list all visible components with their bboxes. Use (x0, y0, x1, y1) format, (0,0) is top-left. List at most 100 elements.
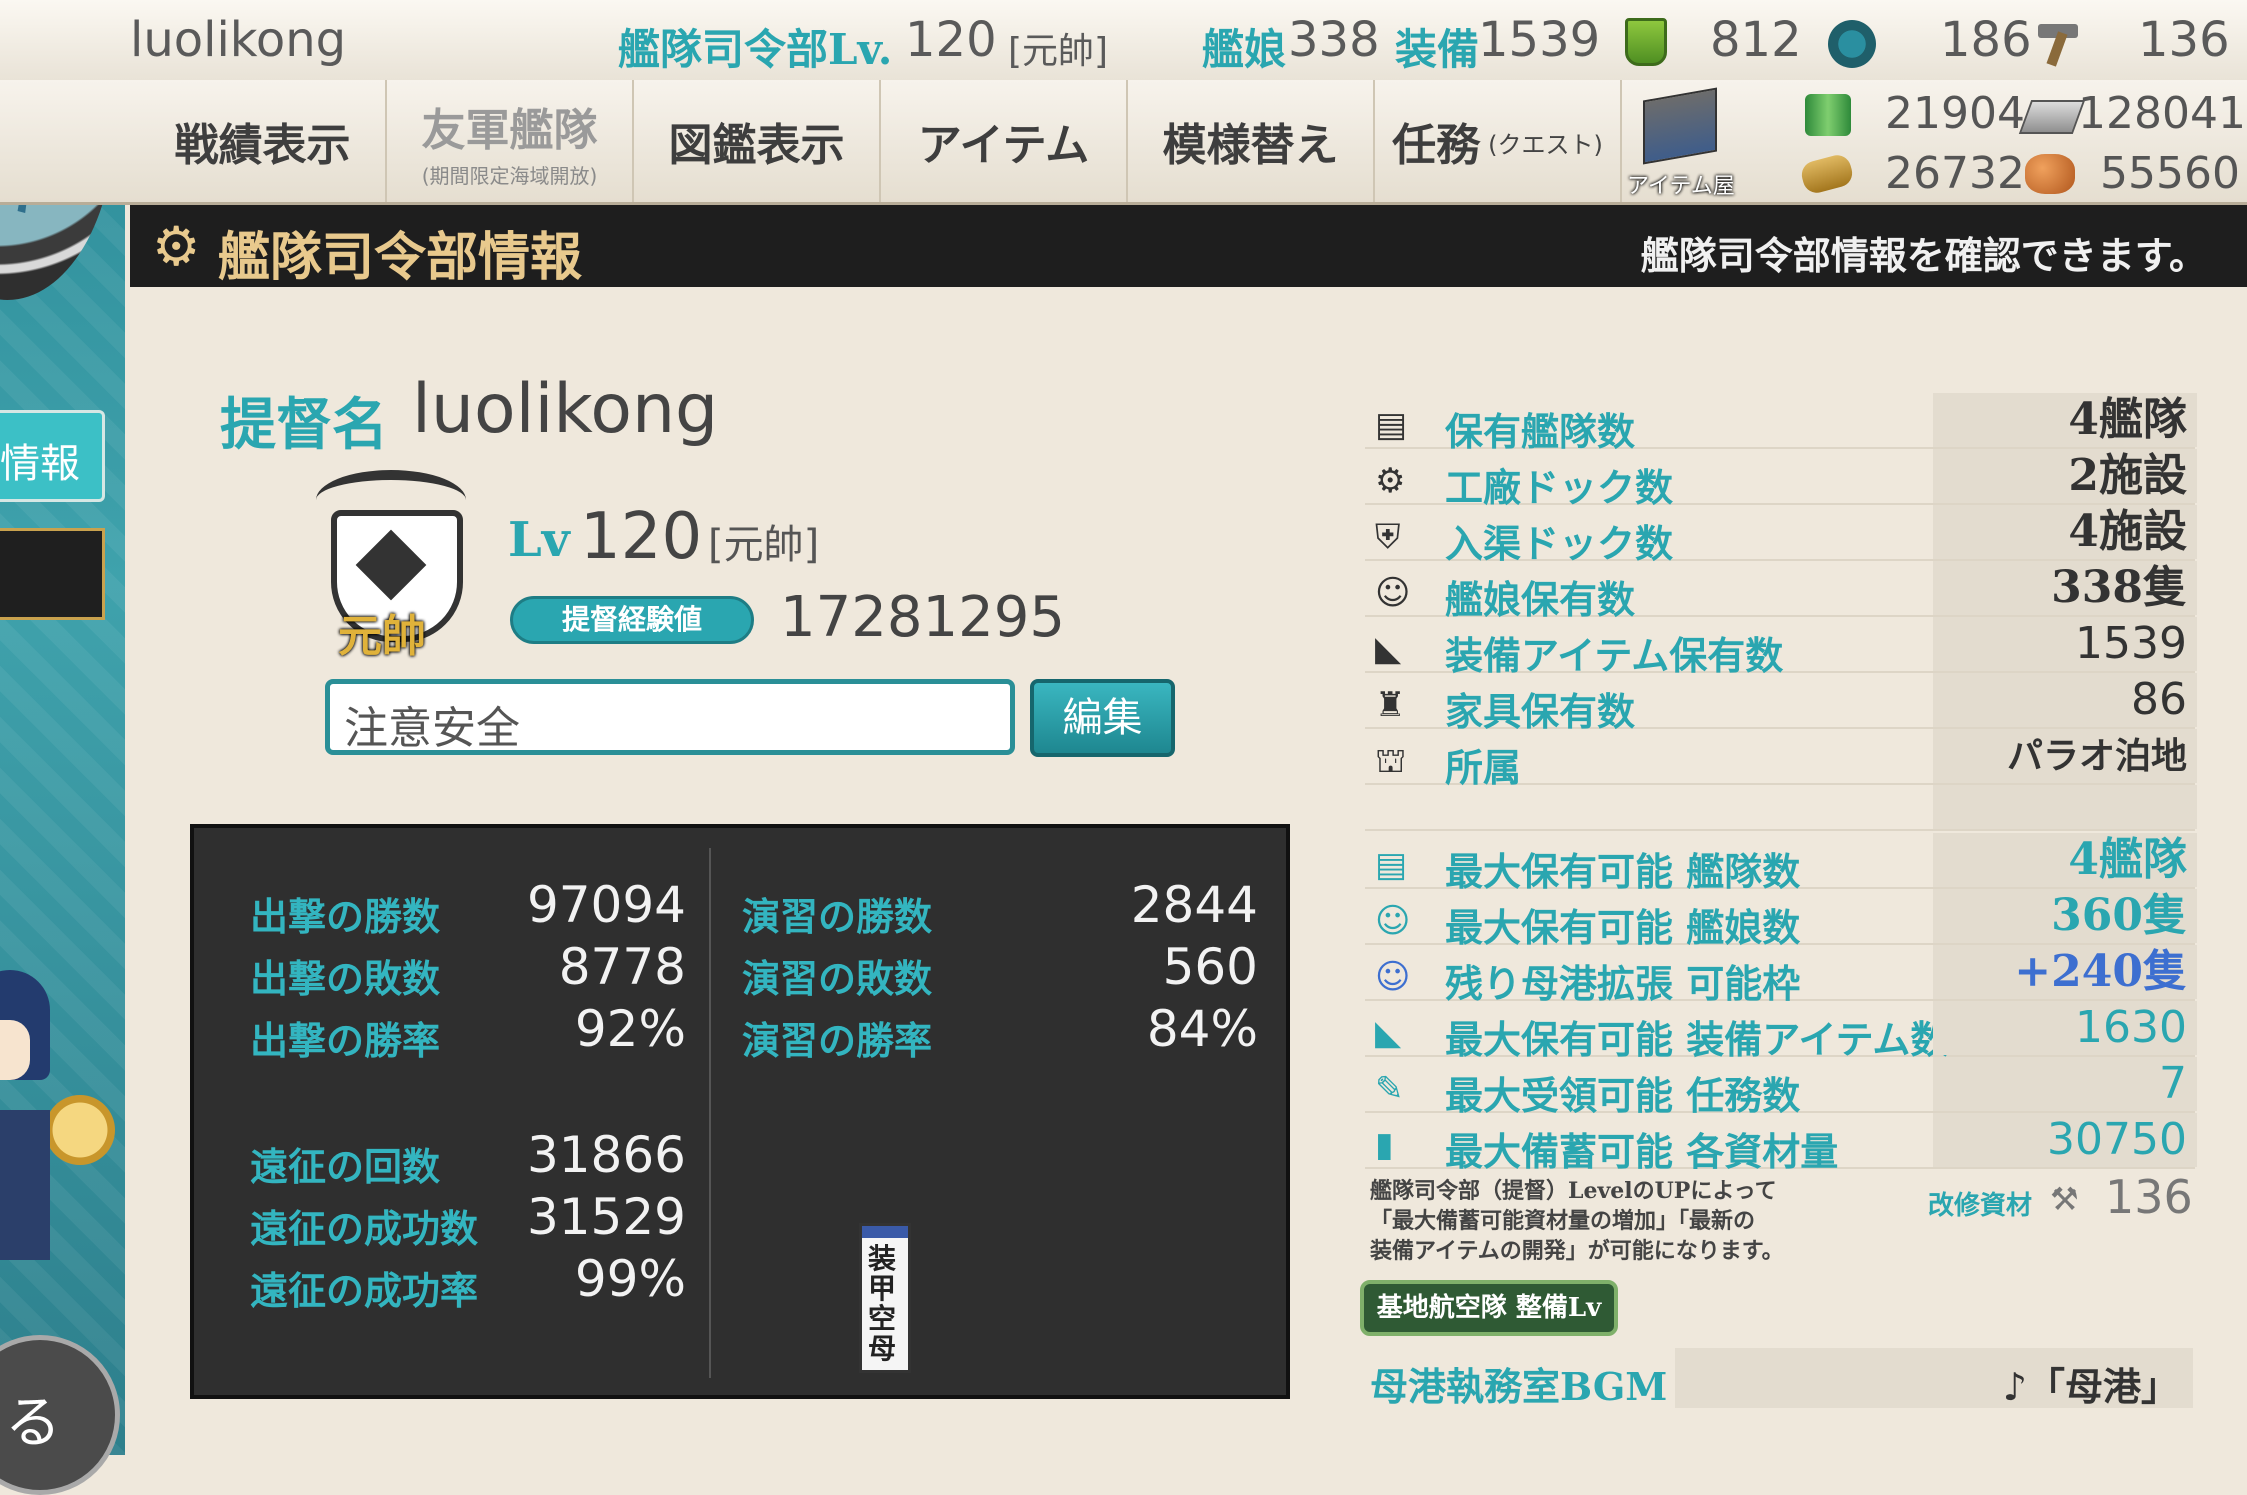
nav-friend-fleet-label: 友軍艦隊 (421, 104, 598, 156)
nav-quests[interactable]: 任務 (クエスト) (1375, 80, 1622, 202)
max-label: 残り母港拡張 可能枠 (1445, 961, 1801, 1006)
gear-icon: ⚙ (152, 215, 201, 278)
equipment-icon: ◣ (1375, 1013, 1402, 1053)
info-label: 入渠ドック数 (1445, 521, 1674, 566)
info-row: ⚙ 工廠ドック数 2施設 (1365, 449, 2197, 510)
sortie-losses-value: 8778 (558, 938, 686, 996)
ships-count: 338 (1288, 12, 1380, 68)
info-value: 4艦隊 (1933, 393, 2197, 447)
tab-blank[interactable] (0, 528, 105, 620)
furniture-icon: ♜ (1375, 685, 1406, 725)
info-label: 家具保有数 (1445, 689, 1636, 734)
quill-icon: ✎ (1375, 1069, 1404, 1109)
edit-button[interactable]: 編集 (1030, 679, 1175, 757)
max-label: 最大備蓄可能 各資材量 (1445, 1129, 1839, 1174)
nav-items-label: アイテム (917, 120, 1090, 171)
exp-value: 17281295 (780, 585, 1066, 650)
devmat-count: 186 (1940, 12, 2032, 68)
steel-icon (2018, 100, 2086, 134)
username: luolikong (130, 12, 347, 68)
gear-icon: ⚙ (1375, 461, 1406, 501)
air-base-button[interactable]: 基地航空隊 整備Lv (1360, 1280, 1618, 1336)
max-value: 7 (1933, 1057, 2197, 1111)
nav-furniture-label: 模様替え (1162, 120, 1339, 171)
max-row: ☺ 残り母港拡張 可能枠 +240隻 (1365, 945, 2197, 1006)
max-row: ▤ 最大保有可能 艦隊数 4艦隊 (1365, 833, 2197, 894)
section-title: 艦隊司令部情報 (218, 227, 583, 288)
bucket-icon (1625, 18, 1667, 66)
charm-text: 装甲空母 (868, 1242, 897, 1365)
max-value: 30750 (1933, 1113, 2197, 1167)
comment-input[interactable]: 注意安全 (325, 679, 1015, 755)
base-icon: ⛫ (1375, 741, 1407, 781)
equip-count: 1539 (1478, 12, 1601, 68)
ammo-icon (1798, 152, 1856, 196)
info-value: パラオ泊地 (1933, 729, 2197, 783)
exp-label: 提督経験値 (561, 603, 702, 636)
nav-quests-label: 任務 (1392, 120, 1481, 171)
expedition-success-label: 遠征の成功数 (250, 1206, 479, 1251)
info-label: 所属 (1445, 745, 1522, 790)
info-row: ⛫ 所属 パラオ泊地 (1365, 729, 2197, 790)
max-label: 最大受領可能 任務数 (1445, 1073, 1801, 1118)
shop-icon (1643, 87, 1717, 165)
info-value-blank (1933, 785, 2197, 829)
info-value: 4施設 (1933, 505, 2197, 559)
info-row-blank (1365, 785, 2197, 831)
exercise-wins-label: 演習の勝数 (742, 894, 933, 939)
admiral-level: 120 (580, 500, 703, 574)
equipment-icon: ◣ (1375, 629, 1402, 669)
note-line-2: 「最大備蓄可能資材量の増加」「最新の (1370, 1208, 1756, 1234)
level-label: Lv (508, 512, 570, 568)
nav-items[interactable]: アイテム (881, 80, 1128, 202)
sortie-rate-value: 92% (574, 1000, 686, 1058)
bauxite-icon (2025, 154, 2075, 194)
info-row: ♜ 家具保有数 86 (1365, 673, 2197, 734)
section-description: 艦隊司令部情報を確認できます。 (1640, 233, 2207, 278)
item-shop-button[interactable]: アイテム屋 (1625, 86, 1735, 199)
equip-label: 装備 (1395, 25, 1480, 74)
hammer-icon (2038, 24, 2086, 67)
max-row: ☺ 最大保有可能 艦娘数 360隻 (1365, 889, 2197, 950)
bauxite-value: 55560 (2100, 148, 2240, 199)
expedition-rate-label: 遠征の成功率 (250, 1268, 479, 1313)
sortie-wins-value: 97094 (526, 876, 686, 934)
expedition-count-value: 31866 (526, 1126, 686, 1184)
sortie-wins-label: 出撃の勝数 (250, 894, 441, 939)
rank-badge-text: 元帥 (338, 611, 426, 662)
fleet-icon: ▤ (1375, 845, 1408, 885)
fuel-icon (1805, 94, 1851, 136)
shipgirl-icon: ☺ (1375, 901, 1411, 941)
book-icon: ▮ (1375, 1125, 1394, 1165)
fuel-value: 21904 (1885, 88, 2025, 139)
max-value: 4艦隊 (1933, 833, 2197, 887)
max-row: ◣ 最大保有可能 装備アイテム数 1630 (1365, 1001, 2197, 1062)
info-label: 保有艦隊数 (1445, 409, 1636, 454)
steel-value: 128041 (2078, 88, 2246, 139)
tab-hq-info[interactable]: 情報 (0, 410, 105, 502)
exercise-losses-value: 560 (1162, 938, 1258, 996)
info-value: 1539 (1933, 617, 2197, 671)
nav-picture-book[interactable]: 図鑑表示 (634, 80, 881, 202)
info-label: 工廠ドック数 (1445, 465, 1674, 510)
exercise-rate-value: 84% (1146, 1000, 1258, 1058)
bgm-selector[interactable]: ♪「母港」 (1675, 1348, 2193, 1409)
hq-level-label: 艦隊司令部Lv. (618, 25, 893, 74)
ships-label: 艦娘 (1202, 25, 1287, 74)
info-value: 2施設 (1933, 449, 2197, 503)
tab-hq-info-label: 情報 (0, 441, 80, 487)
bucket-count: 812 (1710, 12, 1802, 68)
info-label: 艦娘保有数 (1445, 577, 1636, 622)
expedition-success-value: 31529 (526, 1188, 686, 1246)
nav-record[interactable]: 戦績表示 (140, 80, 387, 202)
sortie-rate-label: 出撃の勝率 (250, 1018, 441, 1063)
sortie-losses-label: 出撃の敗数 (250, 956, 441, 1001)
nav-furniture[interactable]: 模様替え (1128, 80, 1375, 202)
nav-friend-fleet[interactable]: 友軍艦隊 (期間限定海域開放) (387, 80, 634, 202)
screw-count: 136 (2138, 12, 2230, 68)
max-label: 最大保有可能 艦娘数 (1445, 905, 1801, 950)
ammo-value: 26732 (1885, 148, 2025, 199)
section-header: ⚙ 艦隊司令部情報 艦隊司令部情報を確認できます。 (130, 205, 2247, 288)
expedition-count-label: 遠征の回数 (250, 1144, 441, 1189)
info-value: 338隻 (1933, 561, 2197, 615)
